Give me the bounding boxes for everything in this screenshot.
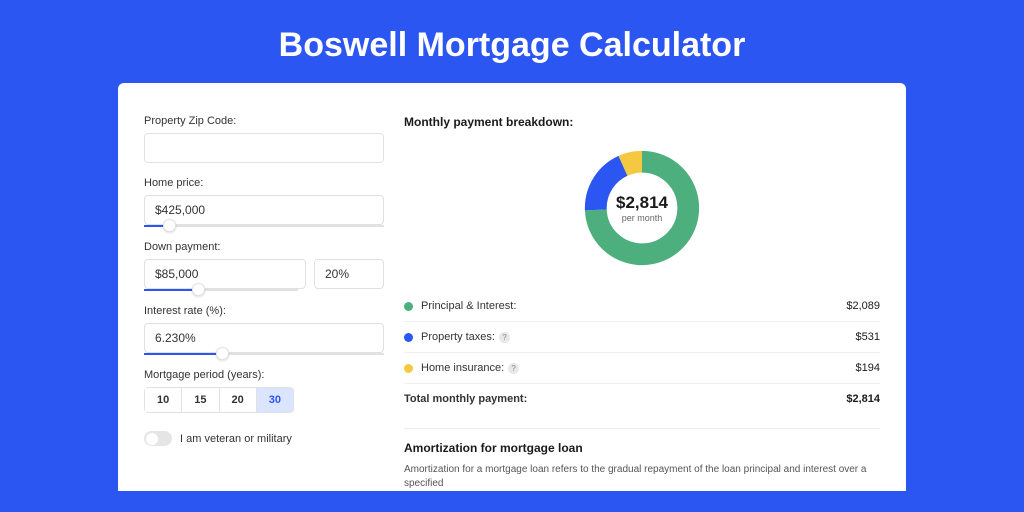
veteran-toggle[interactable]	[144, 431, 172, 446]
row-label: Principal & Interest:	[421, 300, 516, 312]
slider-thumb[interactable]	[163, 219, 176, 232]
row-value: $531	[856, 331, 880, 343]
period-buttons: 10 15 20 30	[144, 387, 294, 413]
period-30-button[interactable]: 30	[257, 388, 293, 412]
inputs-panel: Property Zip Code: Home price: Down paym…	[144, 115, 384, 491]
period-group: Mortgage period (years): 10 15 20 30	[144, 369, 384, 413]
home-price-label: Home price:	[144, 177, 384, 189]
donut-sub: per month	[616, 213, 668, 223]
down-payment-pct-input[interactable]	[314, 259, 384, 289]
down-payment-amount-input[interactable]	[144, 259, 306, 289]
period-15-button[interactable]: 15	[182, 388, 219, 412]
breakdown-row-taxes: Property taxes: ? $531	[404, 321, 880, 352]
amortization-text: Amortization for a mortgage loan refers …	[404, 463, 880, 491]
period-10-button[interactable]: 10	[145, 388, 182, 412]
info-icon[interactable]: ?	[499, 332, 510, 343]
slider-thumb[interactable]	[216, 347, 229, 360]
calculator-card: Property Zip Code: Home price: Down paym…	[118, 83, 906, 491]
down-payment-slider[interactable]	[144, 289, 298, 291]
results-panel: Monthly payment breakdown: $2,814 per mo…	[404, 115, 880, 491]
slider-thumb[interactable]	[192, 283, 205, 296]
breakdown-title: Monthly payment breakdown:	[404, 115, 880, 129]
info-icon[interactable]: ?	[508, 363, 519, 374]
down-payment-label: Down payment:	[144, 241, 384, 253]
amortization-title: Amortization for mortgage loan	[404, 441, 880, 455]
dot-icon	[404, 333, 413, 342]
breakdown-row-total: Total monthly payment: $2,814	[404, 383, 880, 414]
veteran-toggle-row: I am veteran or military	[144, 431, 384, 446]
interest-rate-input[interactable]	[144, 323, 384, 353]
interest-rate-label: Interest rate (%):	[144, 305, 384, 317]
donut-amount: $2,814	[616, 193, 668, 213]
breakdown-row-principal: Principal & Interest: $2,089	[404, 291, 880, 321]
period-label: Mortgage period (years):	[144, 369, 384, 381]
donut-chart: $2,814 per month	[404, 141, 880, 291]
home-price-group: Home price:	[144, 177, 384, 227]
row-label: Property taxes:	[421, 331, 495, 343]
page-title: Boswell Mortgage Calculator	[0, 0, 1024, 83]
total-label: Total monthly payment:	[404, 393, 527, 405]
home-price-slider[interactable]	[144, 225, 384, 227]
zip-label: Property Zip Code:	[144, 115, 384, 127]
row-label: Home insurance:	[421, 362, 504, 374]
donut-center: $2,814 per month	[616, 193, 668, 223]
row-value: $194	[856, 362, 880, 374]
period-20-button[interactable]: 20	[220, 388, 257, 412]
veteran-label: I am veteran or military	[180, 433, 292, 445]
breakdown-row-insurance: Home insurance: ? $194	[404, 352, 880, 383]
interest-rate-group: Interest rate (%):	[144, 305, 384, 355]
dot-icon	[404, 302, 413, 311]
dot-icon	[404, 364, 413, 373]
home-price-input[interactable]	[144, 195, 384, 225]
interest-rate-slider[interactable]	[144, 353, 384, 355]
row-value: $2,089	[846, 300, 880, 312]
total-value: $2,814	[846, 393, 880, 405]
down-payment-group: Down payment:	[144, 241, 384, 291]
zip-group: Property Zip Code:	[144, 115, 384, 163]
divider	[404, 428, 880, 429]
zip-input[interactable]	[144, 133, 384, 163]
